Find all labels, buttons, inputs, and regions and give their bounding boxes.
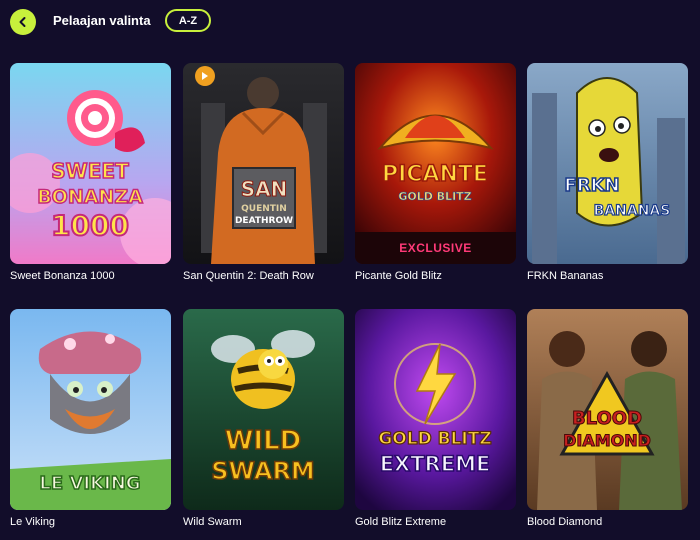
game-thumbnail[interactable]: SAN QUENTIN DEATHROW <box>183 63 344 264</box>
game-thumbnail[interactable]: BLOOD DIAMOND <box>527 309 688 510</box>
top-bar: Pelaajan valinta A-Z <box>0 0 700 44</box>
game-title[interactable]: FRKN Bananas <box>527 270 688 282</box>
game-title[interactable]: Blood Diamond <box>527 516 688 528</box>
game-card[interactable]: PICANTE GOLD BLITZ EXCLUSIVE Picante Gol… <box>355 63 516 282</box>
logo-line: PICANTE <box>382 162 488 187</box>
game-thumbnail[interactable]: FRKN BANANAS <box>527 63 688 264</box>
game-card[interactable]: GOLD BLITZ EXTREME Gold Blitz Extreme <box>355 309 516 528</box>
game-thumbnail[interactable]: PICANTE GOLD BLITZ EXCLUSIVE <box>355 63 516 264</box>
game-title[interactable]: Sweet Bonanza 1000 <box>10 270 171 282</box>
game-thumbnail[interactable]: LE VIKING <box>10 309 171 510</box>
logo-line: QUENTIN <box>241 204 287 214</box>
game-thumbnail[interactable]: SWEET BONANZA 1000 <box>10 63 171 264</box>
game-title[interactable]: Wild Swarm <box>183 516 344 528</box>
sort-az-button[interactable]: A-Z <box>165 9 211 32</box>
game-title[interactable]: Picante Gold Blitz <box>355 270 516 282</box>
exclusive-badge: EXCLUSIVE <box>355 232 516 264</box>
game-card[interactable]: BLOOD DIAMOND Blood Diamond <box>527 309 688 528</box>
back-button[interactable] <box>10 9 36 35</box>
chevron-left-icon <box>19 17 26 27</box>
logo-line: WILD <box>225 426 302 456</box>
game-title[interactable]: Gold Blitz Extreme <box>355 516 516 528</box>
logo-line: SAN <box>241 177 288 201</box>
logo-line: BANANAS <box>594 203 671 219</box>
logo-line: BONANZA <box>37 186 143 208</box>
logo-line: SWEET <box>51 159 129 183</box>
game-card[interactable]: SAN QUENTIN DEATHROW San Quentin 2: Deat… <box>183 63 344 282</box>
game-card[interactable]: LE VIKING Le Viking <box>10 309 171 528</box>
game-card[interactable]: WILD SWARM Wild Swarm <box>183 309 344 528</box>
logo-line: LE VIKING <box>39 473 140 494</box>
logo-line: GOLD BLITZ <box>398 190 471 203</box>
logo-line: BLOOD <box>572 408 642 429</box>
game-thumbnail[interactable]: WILD SWARM <box>183 309 344 510</box>
logo-line: SWARM <box>211 457 315 485</box>
game-title[interactable]: San Quentin 2: Death Row <box>183 270 344 282</box>
logo-line: DIAMOND <box>563 431 651 450</box>
page-title: Pelaajan valinta <box>53 13 151 28</box>
game-thumbnail[interactable]: GOLD BLITZ EXTREME <box>355 309 516 510</box>
logo-line: FRKN <box>564 175 619 196</box>
logo-line: EXTREME <box>380 452 491 476</box>
logo-line: 1000 <box>51 209 129 242</box>
game-card[interactable]: SWEET BONANZA 1000 Sweet Bonanza 1000 <box>10 63 171 282</box>
logo-line: DEATHROW <box>235 216 293 226</box>
game-card[interactable]: FRKN BANANAS FRKN Bananas <box>527 63 688 282</box>
game-title[interactable]: Le Viking <box>10 516 171 528</box>
logo-line: GOLD BLITZ <box>378 429 491 449</box>
